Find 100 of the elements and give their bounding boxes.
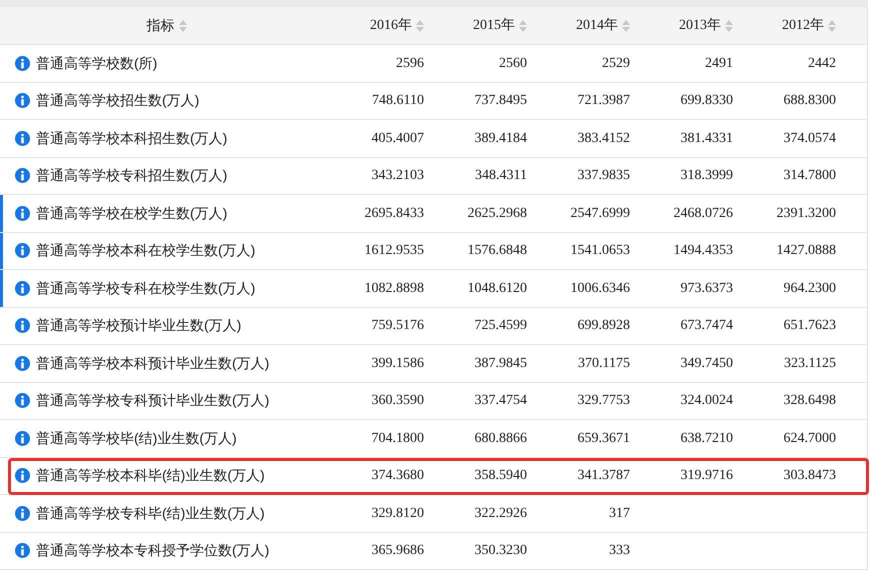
table-cell-text: 317 [609, 504, 630, 523]
table-cell-text: 318.3999 [680, 167, 733, 186]
table-cell-text: 1048.6120 [468, 280, 527, 298]
info-icon[interactable] [15, 243, 30, 258]
table-cell-text: 737.8495 [474, 92, 527, 110]
column-header[interactable]: 2014年 [576, 15, 618, 36]
indicator-label: 普通高等学校毕(结)业生数(万人) [36, 428, 237, 448]
table-cell-text: 374.0574 [784, 130, 836, 148]
table-cell-text: 323.1125 [784, 354, 836, 373]
column-header[interactable]: 指标 [146, 15, 174, 36]
table-cell-text: 704.1800 [372, 430, 424, 448]
info-icon[interactable] [15, 93, 30, 108]
table-cell-text: 973.6373 [680, 280, 733, 298]
table-cell-text: 314.7800 [784, 167, 836, 186]
table-cell-text: 389.4184 [474, 130, 527, 148]
indicator-label: 普通高等学校预计毕业生数(万人) [36, 316, 242, 336]
info-icon[interactable] [15, 130, 30, 146]
table-cell-text: 688.8300 [784, 92, 836, 110]
indicator-label: 普通高等学校本科招生数(万人) [36, 128, 228, 148]
table-cell-text: 2547.6999 [570, 204, 630, 223]
table-cell-text: 2391.3200 [776, 204, 836, 223]
table-cell-text: 759.5176 [372, 317, 424, 336]
column-header[interactable]: 2012年 [782, 15, 824, 36]
indicator-label: 普通高等学校本科预计毕业生数(万人) [36, 354, 270, 373]
table-cell-text: 358.5940 [474, 467, 527, 486]
info-icon[interactable] [15, 356, 30, 371]
table-cell-text: 360.3590 [372, 392, 424, 410]
info-icon[interactable] [15, 468, 30, 484]
table-cell-text: 333 [609, 542, 630, 560]
info-icon[interactable] [15, 206, 30, 221]
table-cell-text: 319.9716 [680, 467, 733, 486]
table-cell-text: 387.9845 [474, 354, 527, 373]
indicator-label: 普通高等学校本专科授予学位数(万人) [36, 541, 270, 560]
indicator-label: 普通高等学校专科毕(结)业生数(万人) [36, 504, 265, 523]
table-cell-text: 337.4754 [474, 392, 527, 410]
table-cell-text: 374.3680 [372, 467, 424, 486]
table-cell-text: 659.3671 [578, 430, 630, 448]
table-cell-text: 1006.6346 [570, 280, 630, 298]
info-icon[interactable] [15, 393, 30, 408]
table-cell-text: 399.1586 [372, 354, 424, 373]
table-cell-text: 2442 [808, 54, 836, 73]
indicator-label: 普通高等学校本科在校学生数(万人) [36, 241, 256, 260]
indicator-label: 普通高等学校本科毕(结)业生数(万人) [36, 466, 265, 486]
table-cell-text: 699.8928 [578, 317, 630, 336]
indicator-label: 普通高等学校数(所) [36, 54, 158, 73]
table-cell-text: 1541.0653 [570, 242, 630, 260]
indicator-label: 普通高等学校专科招生数(万人) [36, 166, 228, 186]
table-cell-text: 343.2103 [372, 167, 424, 186]
table-cell-text: 651.7623 [784, 317, 836, 336]
table-cell-text: 1576.6848 [468, 242, 527, 260]
table-cell-text: 303.8473 [784, 467, 836, 486]
indicator-label: 普通高等学校专科在校学生数(万人) [36, 278, 256, 298]
table-cell-text: 405.4007 [372, 130, 424, 148]
table-cell-text: 381.4331 [680, 130, 733, 148]
table-cell-text: 680.8866 [474, 430, 527, 448]
table-cell-text: 349.7450 [680, 354, 733, 373]
table-cell-text: 2596 [396, 54, 424, 73]
indicator-label: 普通高等学校在校学生数(万人) [36, 204, 228, 223]
table-cell-text: 350.3230 [474, 542, 527, 560]
indicator-label: 普通高等学校招生数(万人) [36, 91, 200, 110]
table-cell-text: 329.7753 [578, 392, 630, 410]
info-icon[interactable] [15, 168, 30, 184]
column-header[interactable]: 2013年 [679, 15, 721, 36]
table-cell-text: 673.7474 [680, 317, 733, 336]
info-icon[interactable] [15, 506, 30, 521]
info-icon[interactable] [15, 430, 30, 446]
table-cell-text: 365.9686 [372, 542, 424, 560]
table-cell-text: 341.3787 [578, 467, 630, 486]
info-icon[interactable] [15, 318, 30, 334]
table-cell-text: 748.6110 [372, 92, 424, 110]
table-cell-text: 348.4311 [475, 167, 527, 186]
table-cell-text: 638.7210 [680, 430, 733, 448]
table-cell-text: 1494.4353 [674, 242, 733, 260]
table-cell-text: 328.6498 [784, 392, 836, 410]
table-cell-text: 2560 [499, 54, 527, 73]
table-cell-text: 322.2926 [474, 504, 527, 523]
column-header[interactable]: 2016年 [370, 15, 412, 36]
table-cell-text: 337.9835 [578, 167, 630, 186]
table-cell-text: 2491 [705, 54, 733, 73]
indicator-label: 普通高等学校专科预计毕业生数(万人) [36, 391, 270, 410]
table-cell-text: 725.4599 [474, 317, 527, 336]
info-icon[interactable] [15, 543, 30, 558]
table-cell-text: 2625.2968 [468, 204, 527, 223]
table-cell-text: 1427.0888 [776, 242, 836, 260]
table-cell-text: 721.3987 [578, 92, 630, 110]
table-cell-text: 624.7000 [784, 430, 836, 448]
table-cell-text: 699.8330 [680, 92, 733, 110]
info-icon[interactable] [15, 280, 30, 296]
table-cell-text: 1612.9535 [364, 242, 424, 260]
table-cell-text: 329.8120 [372, 504, 424, 523]
column-header[interactable]: 2015年 [473, 15, 515, 36]
table-cell-text: 370.1175 [578, 354, 630, 373]
table-cell-text: 964.2300 [784, 280, 836, 298]
table-cell-text: 324.0024 [680, 392, 733, 410]
info-icon[interactable] [15, 56, 30, 71]
table-cell-text: 1082.8898 [364, 280, 424, 298]
table-cell-text: 2695.8433 [364, 204, 424, 223]
table-cell-text: 2468.0726 [674, 204, 733, 223]
table-cell-text: 383.4152 [578, 130, 630, 148]
table-cell-text: 2529 [602, 54, 630, 73]
